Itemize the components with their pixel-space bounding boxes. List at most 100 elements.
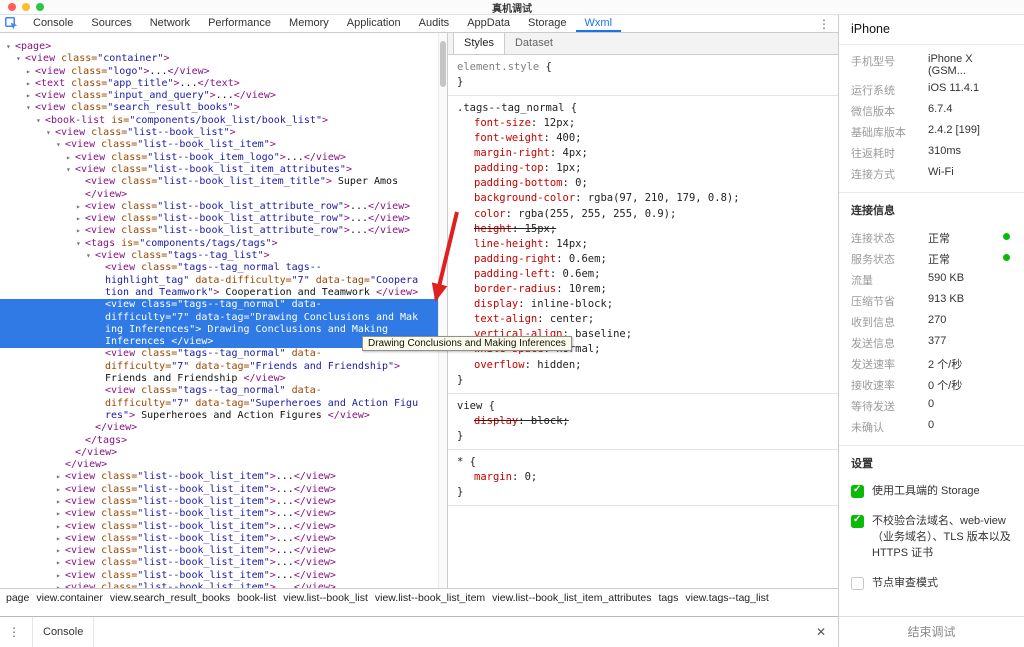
tree-node-line[interactable]: ▾ <book-list is="components/book_list/boo… <box>0 115 438 127</box>
tree-node-line[interactable]: ▾ <view class="list--book_list"> <box>0 127 438 139</box>
breadcrumb-item[interactable]: view.list--book_list_item <box>375 592 485 604</box>
tree-node-line[interactable]: ▾ <view class="search_result_books"> <box>0 102 438 114</box>
css-property[interactable]: padding-right: 0.6em; <box>457 252 838 267</box>
css-property[interactable]: border-radius: 10rem; <box>457 282 838 297</box>
expand-arrow-icon[interactable]: ▾ <box>66 164 75 176</box>
tree-node-line[interactable]: ▸ <text class="app_title">...</text> <box>0 78 438 90</box>
tree-node-line[interactable]: ▸ <view class="list--book_list_item">...<… <box>0 533 438 545</box>
css-property[interactable]: margin-right: 4px; <box>457 146 838 161</box>
tree-node-line[interactable]: ▸ <view class="list--book_list_item">...<… <box>0 496 438 508</box>
styles-tab-styles[interactable]: Styles <box>453 33 505 54</box>
tree-node-line[interactable]: ▾ <view class="list--book_list_item_attri… <box>0 164 438 176</box>
tree-node-line[interactable]: ▸ <view class="list--book_list_attribute_… <box>0 225 438 237</box>
expand-arrow-icon[interactable]: ▸ <box>66 152 75 164</box>
expand-arrow-icon[interactable]: ▸ <box>56 570 65 582</box>
tree-node-line[interactable]: tion and Teamwork"> Cooperation and Team… <box>0 287 438 299</box>
tree-node-line[interactable]: ▸ <view class="list--book_item_logo">...<… <box>0 152 438 164</box>
tree-node-line[interactable]: highlight_tag" data-difficulty="7" data-… <box>0 275 438 287</box>
tree-node-line[interactable]: ▸ <view class="list--book_list_attribute_… <box>0 213 438 225</box>
tree-node-line[interactable]: ▾ <view class="list--book_list_item"> <box>0 139 438 151</box>
tree-node-line[interactable]: ▸ <view class="list--book_list_item">...<… <box>0 570 438 582</box>
css-property[interactable]: font-weight: 400; <box>457 131 838 146</box>
breadcrumb-item[interactable]: view.search_result_books <box>110 592 230 604</box>
expand-arrow-icon[interactable]: ▸ <box>56 496 65 508</box>
tree-node-line[interactable]: <view class="tags--tag_normal" data- <box>0 385 438 397</box>
css-property[interactable]: display: inline-block; <box>457 297 838 312</box>
expand-arrow-icon[interactable]: ▸ <box>26 78 35 90</box>
breadcrumb-item[interactable]: book-list <box>237 592 276 604</box>
tab-storage[interactable]: Storage <box>519 15 576 32</box>
tree-node-line[interactable]: ▾ <tags is="components/tags/tags"> <box>0 238 438 250</box>
tree-node-line[interactable]: ▸ <view class="list--book_list_item">...<… <box>0 508 438 520</box>
css-property[interactable]: font-size: 12px; <box>457 116 838 131</box>
css-property[interactable]: padding-left: 0.6em; <box>457 267 838 282</box>
tree-node-line[interactable]: ▸ <view class="list--book_list_item">...<… <box>0 545 438 557</box>
css-property[interactable]: line-height: 14px; <box>457 237 838 252</box>
tree-node-line[interactable]: <view class="list--book_list_item_title"… <box>0 176 438 188</box>
tree-scrollbar-thumb[interactable] <box>440 41 446 87</box>
css-property[interactable]: margin: 0; <box>457 470 838 485</box>
tree-node-line[interactable]: ▸ <view class="list--book_list_attribute_… <box>0 201 438 213</box>
tree-node-line[interactable]: ▸ <view class="list--book_list_item">...<… <box>0 521 438 533</box>
tree-node-line[interactable]: <view class="tags--tag_normal tags-- <box>0 262 438 274</box>
expand-arrow-icon[interactable]: ▸ <box>56 471 65 483</box>
expand-arrow-icon[interactable]: ▾ <box>26 102 35 114</box>
tab-application[interactable]: Application <box>338 15 410 32</box>
tree-node-line[interactable]: ▸ <view class="list--book_list_item">...<… <box>0 557 438 569</box>
setting-checkbox[interactable] <box>851 514 864 528</box>
expand-arrow-icon[interactable]: ▸ <box>56 557 65 569</box>
tab-audits[interactable]: Audits <box>410 15 459 32</box>
tree-node-line[interactable]: </view> <box>0 459 438 471</box>
expand-arrow-icon[interactable]: ▸ <box>76 201 85 213</box>
tree-node-line[interactable]: ▸ <view class="list--book_list_item">...<… <box>0 484 438 496</box>
expand-arrow-icon[interactable]: ▾ <box>46 127 55 139</box>
tree-node-line[interactable]: Friends and Friendship </view> <box>0 373 438 385</box>
expand-arrow-icon[interactable]: ▸ <box>56 521 65 533</box>
tab-appdata[interactable]: AppData <box>458 15 519 32</box>
tree-node-line[interactable]: res"> Superheroes and Action Figures </v… <box>0 410 438 422</box>
tree-node-line[interactable]: ▸ <view class="list--book_list_item">...<… <box>0 471 438 483</box>
css-property[interactable]: text-align: center; <box>457 312 838 327</box>
tree-node-line[interactable]: </view> <box>0 422 438 434</box>
expand-arrow-icon[interactable]: ▸ <box>56 545 65 557</box>
breadcrumb-item[interactable]: view.list--book_list <box>283 592 368 604</box>
tree-node-line[interactable]: </view> <box>0 447 438 459</box>
tree-node-line[interactable]: difficulty="7" data-tag="Friends and Fri… <box>0 361 438 373</box>
expand-arrow-icon[interactable]: ▾ <box>36 115 45 127</box>
expand-arrow-icon[interactable]: ▸ <box>76 225 85 237</box>
expand-arrow-icon[interactable]: ▸ <box>56 508 65 520</box>
drawer-menu-icon[interactable]: ⋮ <box>8 625 20 639</box>
tree-node-line[interactable]: </view> <box>0 189 438 201</box>
tab-network[interactable]: Network <box>141 15 199 32</box>
css-property[interactable]: overflow: hidden; <box>457 358 838 373</box>
css-property[interactable]: height: 15px; <box>457 222 838 237</box>
tree-node-line[interactable]: ▾ <view class="container"> <box>0 53 438 65</box>
breadcrumb-item[interactable]: tags <box>659 592 679 604</box>
inspect-element-icon[interactable] <box>5 17 18 30</box>
styles-tab-dataset[interactable]: Dataset <box>505 33 563 54</box>
css-property[interactable]: display: block; <box>457 414 838 429</box>
tab-sources[interactable]: Sources <box>82 15 140 32</box>
tree-node-line[interactable]: <view class="tags--tag_normal" data- <box>0 299 438 312</box>
breadcrumb-item[interactable]: page <box>6 592 29 604</box>
console-drawer-tab[interactable]: Console <box>32 617 95 647</box>
css-property[interactable]: color: rgba(255, 255, 255, 0.9); <box>457 207 838 222</box>
expand-arrow-icon[interactable]: ▸ <box>26 66 35 78</box>
css-selector-line[interactable]: * { <box>457 455 838 470</box>
expand-arrow-icon[interactable]: ▾ <box>76 238 85 250</box>
expand-arrow-icon[interactable]: ▾ <box>6 41 15 53</box>
breadcrumb-item[interactable]: view.list--book_list_item_attributes <box>492 592 651 604</box>
breadcrumb-item[interactable]: view.container <box>36 592 103 604</box>
expand-arrow-icon[interactable]: ▸ <box>26 90 35 102</box>
tree-node-line[interactable]: ▾ <view class="tags--tag_list"> <box>0 250 438 262</box>
expand-arrow-icon[interactable]: ▸ <box>56 484 65 496</box>
css-selector-line[interactable]: element.style { <box>457 60 838 75</box>
tree-node-line[interactable]: ▾ <page> <box>0 41 438 53</box>
css-property[interactable]: padding-bottom: 0; <box>457 176 838 191</box>
setting-checkbox[interactable] <box>851 576 864 590</box>
css-property[interactable]: background-color: rgba(97, 210, 179, 0.8… <box>457 191 838 206</box>
setting-checkbox[interactable] <box>851 484 864 498</box>
tab-performance[interactable]: Performance <box>199 15 280 32</box>
tab-wxml[interactable]: Wxml <box>576 15 622 32</box>
expand-arrow-icon[interactable]: ▾ <box>16 53 25 65</box>
